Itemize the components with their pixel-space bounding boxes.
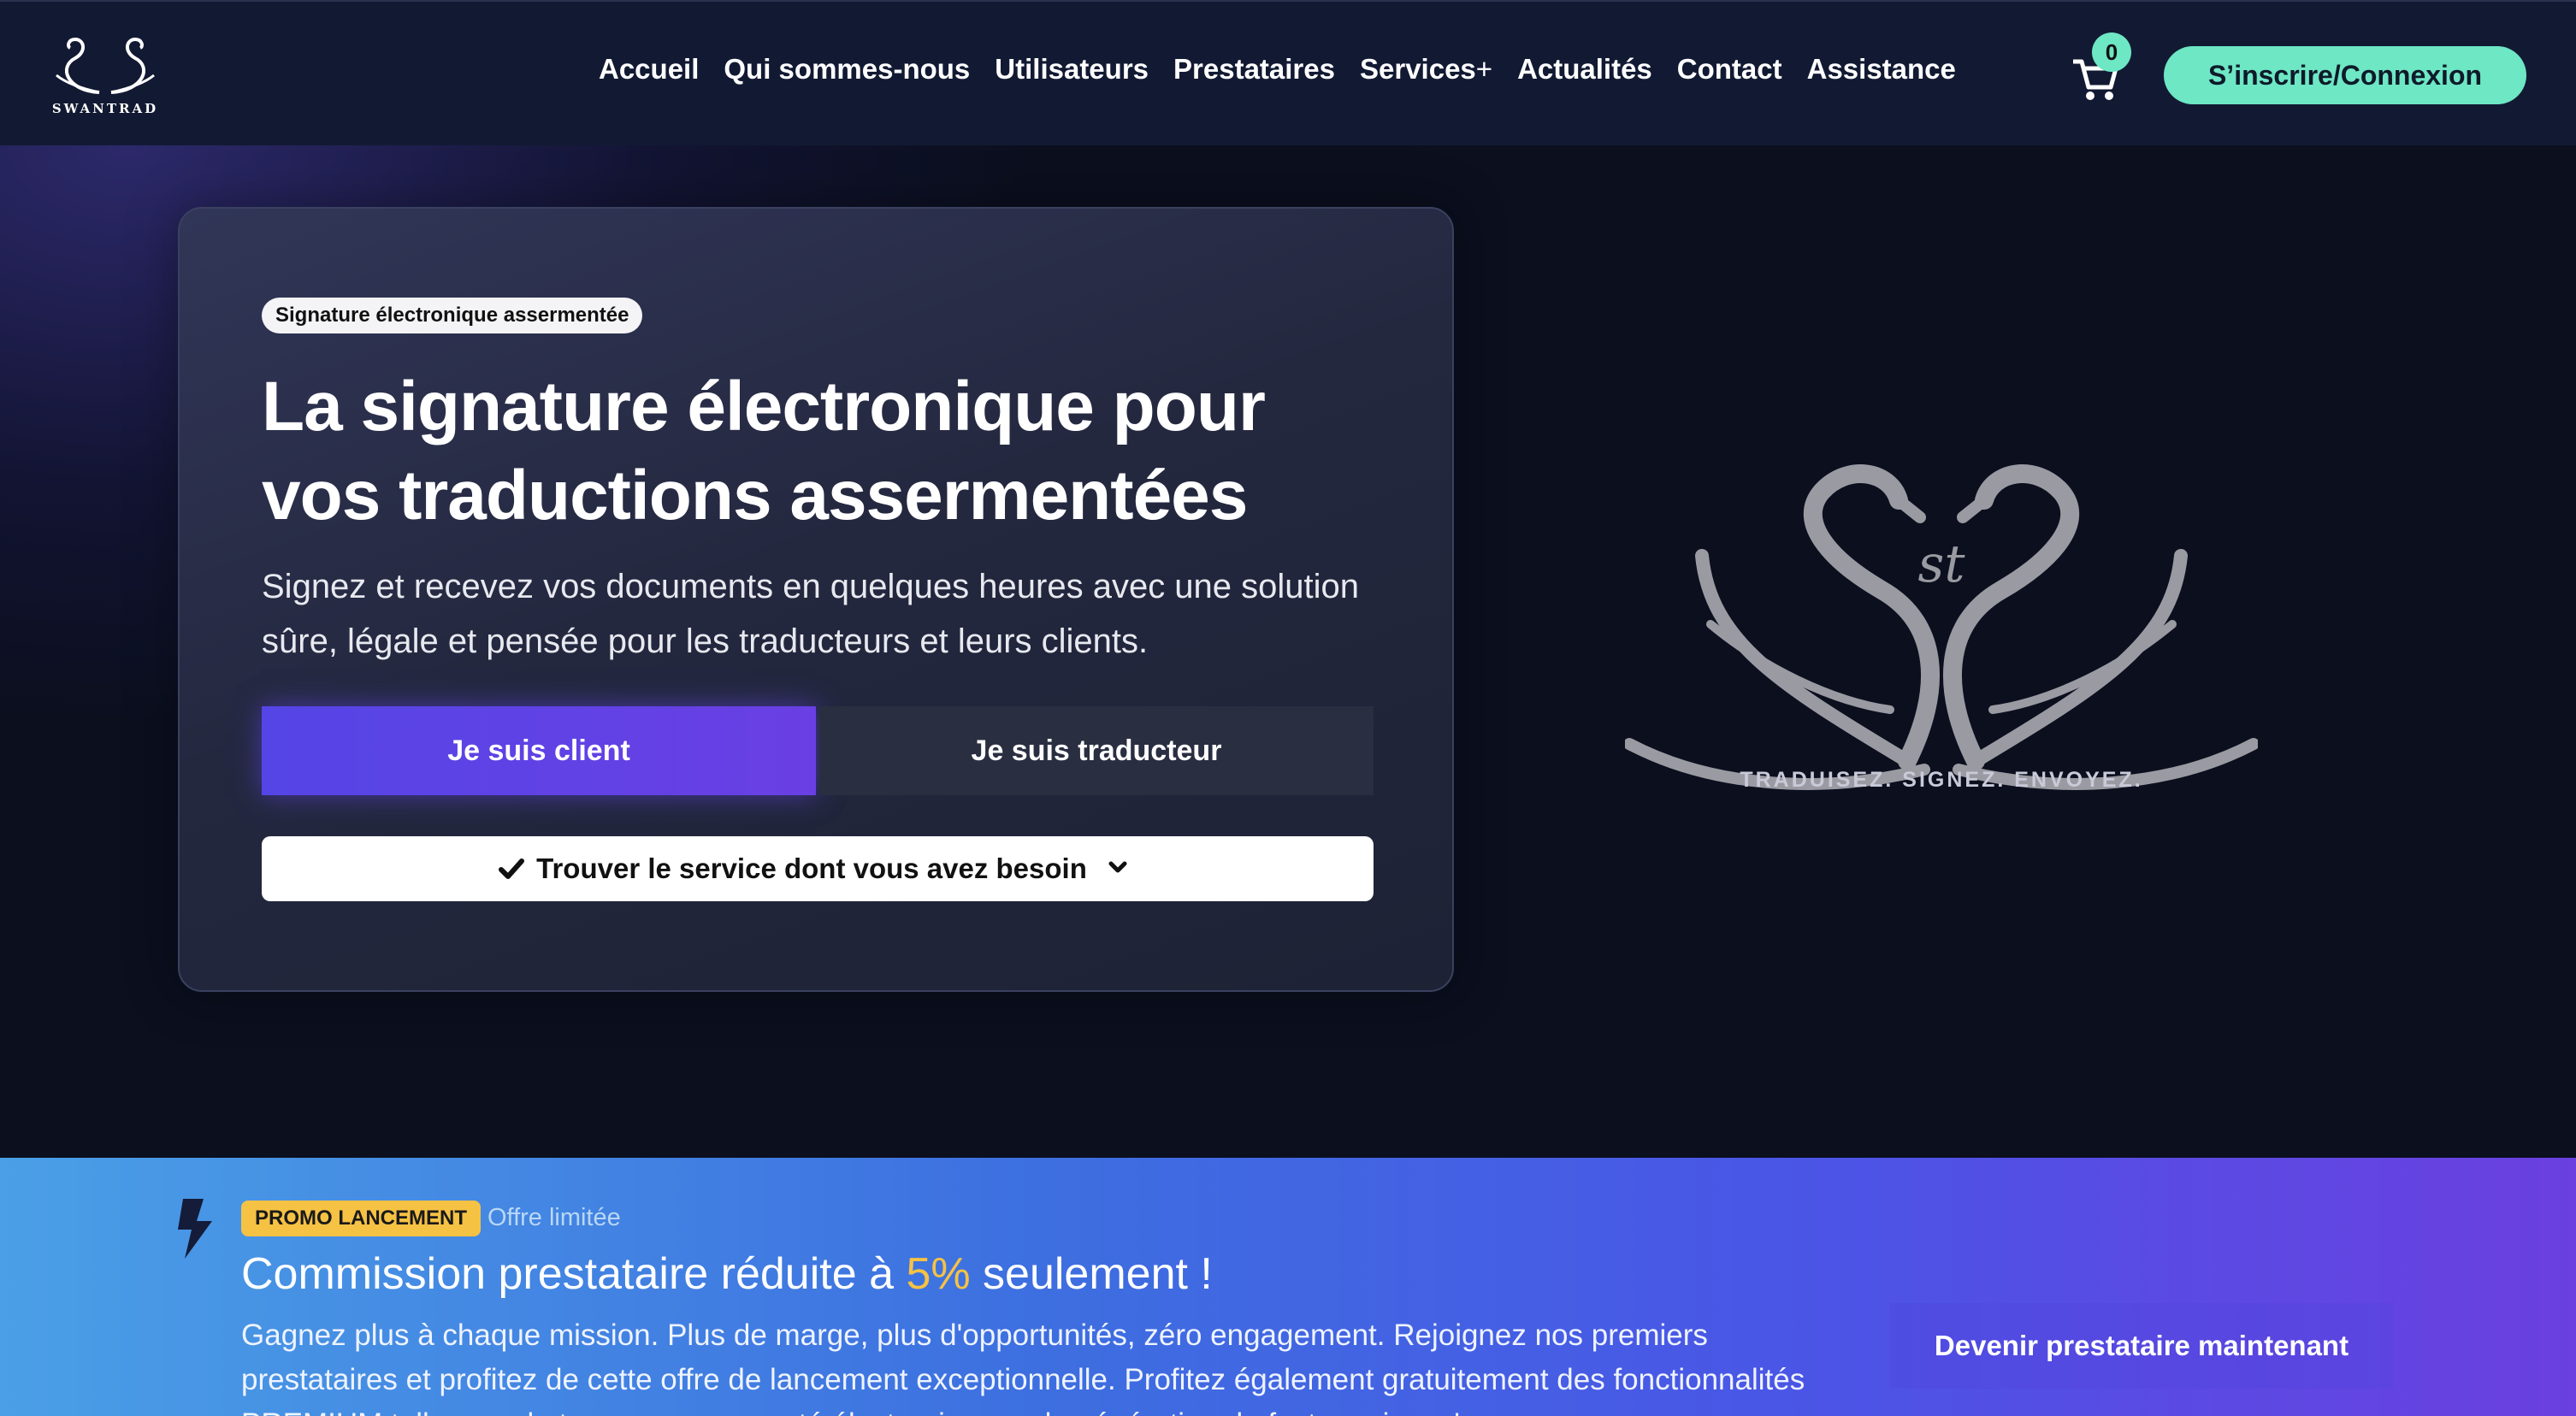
nav-services[interactable]: Services+ [1360,53,1492,86]
promo-tag: PROMO LANCEMENT [241,1201,481,1236]
login-button[interactable]: S’inscrire/Connexion [2164,46,2526,104]
hero-title: La signature électronique pour vos tradu… [262,368,1266,534]
lightning-icon [178,1199,212,1259]
promo-text: Gagnez plus à chaque mission. Plus de ma… [241,1319,1805,1416]
check-icon [499,858,525,879]
promo-title-highlight: 5% [906,1249,971,1299]
service-select-label: Trouver le service dont vous avez besoin [536,853,1087,884]
swan-monogram: st [1918,534,1966,594]
nav-actualites[interactable]: Actualités [1517,53,1652,86]
swan-emblem-icon: st [1625,464,2258,790]
brand-name: SWANTRAD [51,101,159,116]
nav-qui-sommes-nous[interactable]: Qui sommes-nous [724,53,970,86]
hero-card: Signature électronique assermentée La si… [178,207,1454,992]
nav-assistance[interactable]: Assistance [1807,53,1956,86]
brand-logo[interactable]: SWANTRAD [50,32,161,118]
promo-title: Commission prestataire réduite à 5% seul… [241,1248,1213,1300]
hero-badge: Signature électronique assermentée [262,298,643,333]
become-provider-button[interactable]: Devenir prestataire maintenant [1890,1303,2393,1389]
main-nav: Accueil Qui sommes-nous Utilisateurs Pre… [599,53,1981,86]
nav-utilisateurs[interactable]: Utilisateurs [995,53,1149,86]
nav-contact[interactable]: Contact [1677,53,1782,86]
chevron-down-icon [1108,861,1127,873]
nav-accueil[interactable]: Accueil [599,53,699,86]
hero-section: Signature électronique assermentée La si… [0,145,2576,1158]
top-navbar: SWANTRAD Accueil Qui sommes-nous Utilisa… [0,0,2576,145]
translator-button[interactable]: Je suis traducteur [819,706,1374,795]
nav-services-label: Services [1359,53,1476,85]
service-select[interactable]: Trouver le service dont vous avez besoin [262,836,1374,901]
promo-title-start: Commission prestataire réduite à [241,1249,907,1299]
nav-prestataires[interactable]: Prestataires [1173,53,1335,86]
hero-subtitle: Signez et recevez vos documents en quelq… [262,568,1360,660]
promo-limited-label: Offre limitée [487,1204,621,1231]
cart-count-badge: 0 [2092,32,2131,72]
plus-icon: + [1475,53,1493,85]
client-button[interactable]: Je suis client [262,706,816,795]
promo-banner: PROMO LANCEMENT Offre limitée Commission… [0,1158,2576,1416]
hero-tagline: TRADUISEZ. SIGNEZ. ENVOYEZ. [1740,768,2143,792]
promo-title-end: seulement ! [970,1249,1213,1299]
swan-logo-icon [56,37,155,94]
